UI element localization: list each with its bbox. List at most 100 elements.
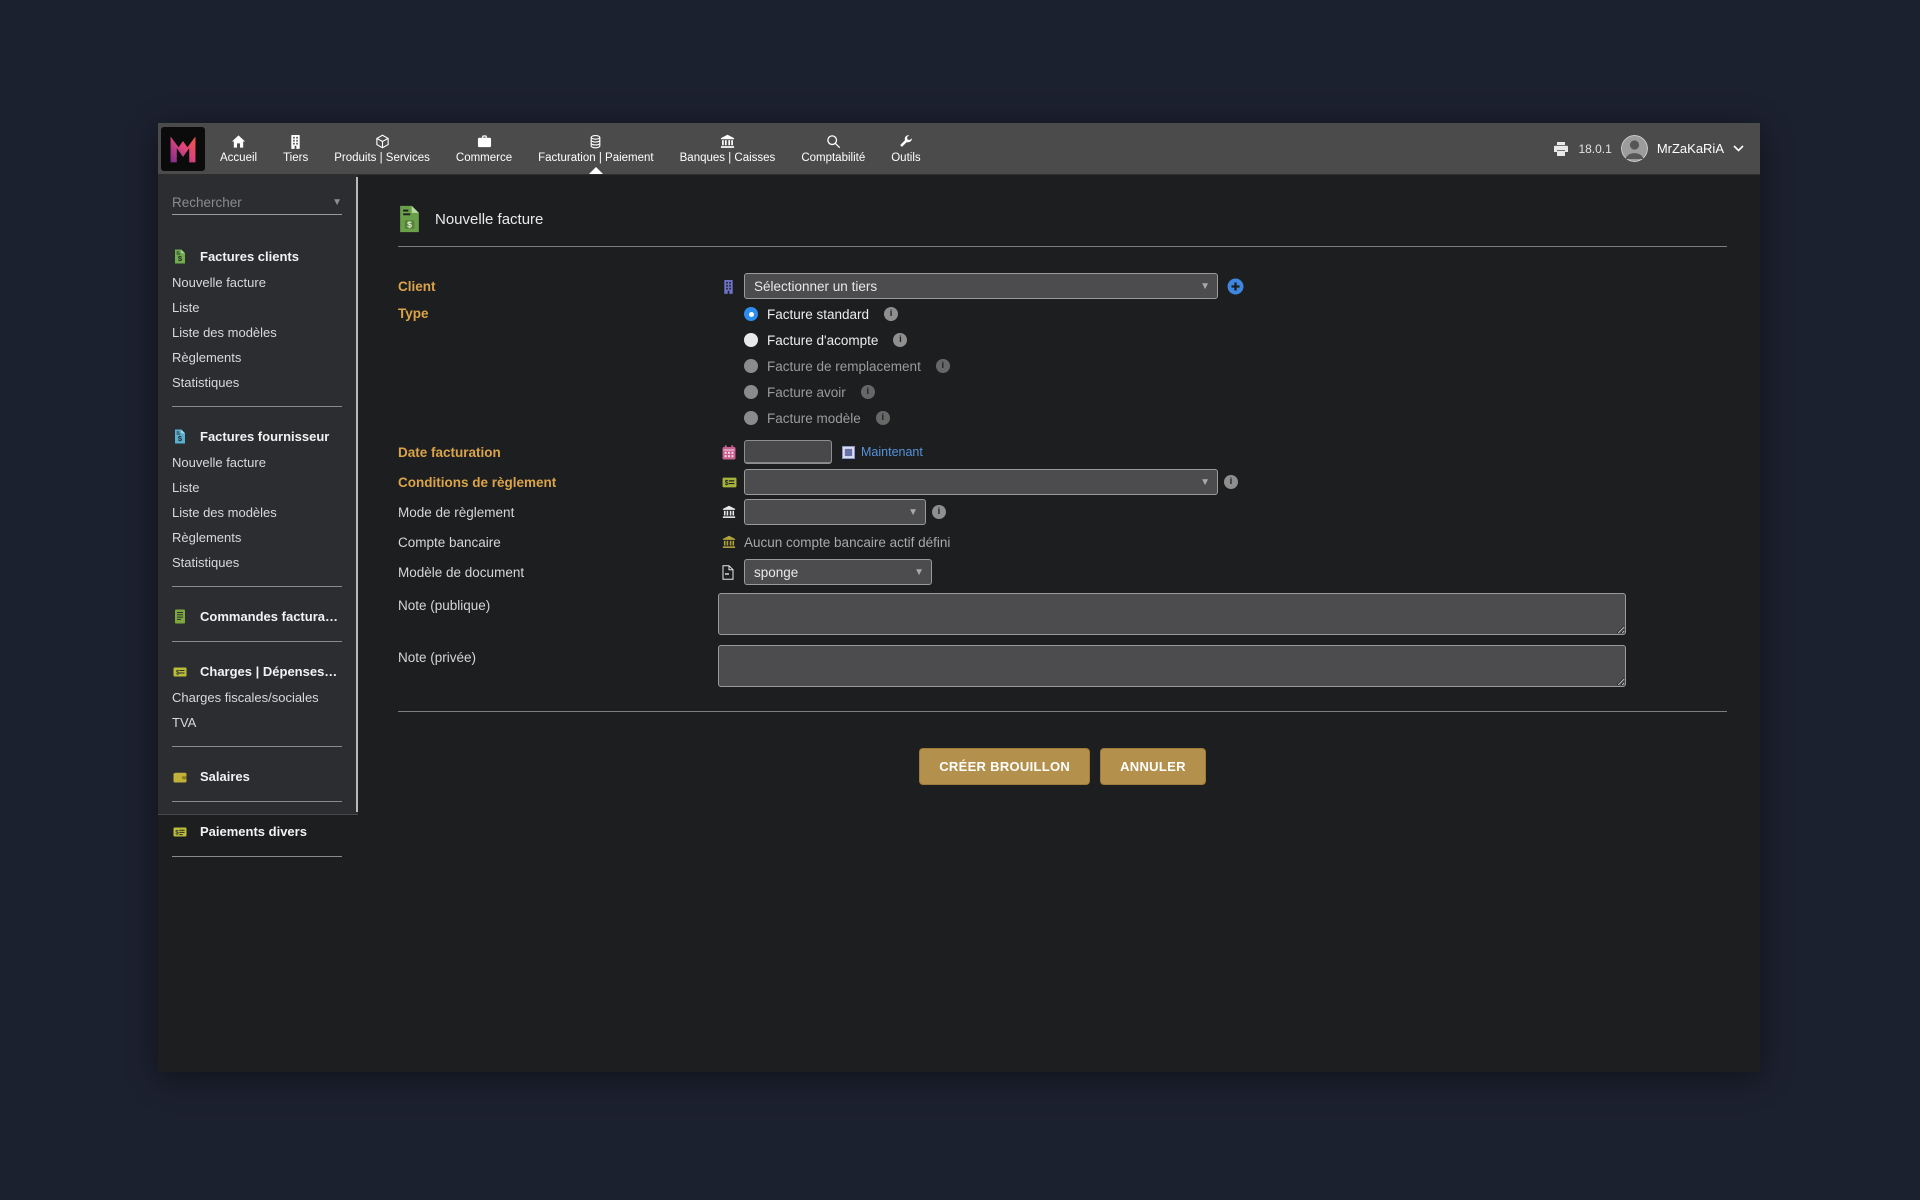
select-caret-icon: ▼: [1200, 477, 1210, 488]
client-select[interactable]: Sélectionner un tiers ▼: [744, 273, 1218, 299]
nav-banques-caisses[interactable]: Banques | Caisses: [667, 123, 789, 174]
info-icon[interactable]: [884, 307, 898, 321]
now-link[interactable]: Maintenant: [861, 445, 923, 459]
sidebar-section-commandes[interactable]: Commandes factura…: [172, 609, 344, 624]
form-row-doc-model: Modèle de document sponge ▼: [398, 557, 1727, 587]
radio-facture-standard[interactable]: Facture standard: [744, 301, 950, 327]
radio-unselected-icon[interactable]: [744, 333, 758, 347]
sidebar-search: ▼: [172, 195, 342, 215]
money-check-icon: $: [172, 667, 187, 677]
sidebar-divider: [172, 586, 342, 587]
info-icon[interactable]: [876, 411, 890, 425]
form-row-mode: Mode de règlement ▼: [398, 497, 1727, 527]
sidebar-item-nouvelle-facture[interactable]: Nouvelle facture: [172, 276, 344, 289]
add-thirdparty-button[interactable]: [1227, 278, 1244, 295]
order-file-icon: [172, 609, 187, 624]
main-content: $ Nouvelle facture Client Sélectionner u…: [398, 175, 1727, 785]
radio-selected-icon[interactable]: [744, 307, 758, 321]
nav-accueil[interactable]: Accueil: [207, 123, 270, 174]
sidebar-section-charges[interactable]: $ Charges | Dépenses…: [172, 664, 344, 679]
payment-mode-select[interactable]: ▼: [744, 499, 926, 525]
sidebar-item-liste-f[interactable]: Liste: [172, 481, 344, 494]
sidebar-item-statistiques[interactable]: Statistiques: [172, 376, 344, 389]
nav-outils[interactable]: Outils: [878, 123, 933, 174]
sidebar-scrollbar[interactable]: [356, 177, 358, 812]
building-icon: [289, 133, 302, 149]
sidebar-item-statistiques-f[interactable]: Statistiques: [172, 556, 344, 569]
info-icon[interactable]: [932, 505, 946, 519]
invoice-type-options: Facture standard Facture d'acompte Factu…: [744, 301, 950, 431]
radio-disabled-icon: [744, 385, 758, 399]
sidebar-item-liste-modeles-f[interactable]: Liste des modèles: [172, 506, 344, 519]
sidebar-item-reglements-f[interactable]: Règlements: [172, 531, 344, 544]
payment-terms-icon: $: [722, 477, 744, 488]
thirdparty-building-icon: [722, 279, 744, 294]
wrench-icon: [898, 133, 913, 149]
svg-text:$: $: [725, 480, 729, 487]
note-private-label: Note (privée): [398, 645, 718, 665]
invoice-date-input[interactable]: [744, 440, 832, 464]
nav-comptabilite[interactable]: Comptabilité: [788, 123, 878, 174]
sidebar-divider: [172, 641, 342, 642]
nav-tiers[interactable]: Tiers: [270, 123, 321, 174]
coins-icon: [588, 133, 603, 149]
select-caret-icon: ▼: [1200, 281, 1210, 292]
payment-terms-select[interactable]: ▼: [744, 469, 1218, 495]
conditions-label: Conditions de règlement: [398, 475, 722, 490]
sidebar-divider: [172, 746, 342, 747]
sidebar-divider: [172, 406, 342, 407]
version-label: 18.0.1: [1578, 142, 1611, 156]
print-icon[interactable]: [1553, 141, 1569, 157]
info-icon[interactable]: [936, 359, 950, 373]
sidebar-item-charges-fiscales[interactable]: Charges fiscales/sociales: [172, 691, 344, 704]
bottom-separator: [398, 711, 1727, 712]
nav-commerce[interactable]: Commerce: [443, 123, 525, 174]
nav-produits-services[interactable]: Produits | Services: [321, 123, 443, 174]
sidebar-section-paiements-divers[interactable]: $ Paiements divers: [172, 824, 344, 839]
info-icon[interactable]: [861, 385, 875, 399]
form-row-date: Date facturation Maintenant: [398, 437, 1727, 467]
sidebar-section-factures-fournisseur[interactable]: $ Factures fournisseur: [172, 429, 344, 444]
user-avatar[interactable]: [1621, 135, 1648, 162]
sidebar-divider: [172, 801, 342, 802]
left-sidebar: ▼ $ Factures clients Nouvelle facture Li…: [158, 175, 358, 815]
form-row-note-private: Note (privée): [398, 645, 1727, 687]
invoice-blue-icon: $: [172, 429, 187, 444]
note-private-textarea[interactable]: [718, 645, 1626, 687]
sidebar-section-salaires[interactable]: Salaires: [172, 769, 344, 784]
search-input[interactable]: [172, 195, 332, 210]
calendar-icon: [722, 445, 744, 460]
bank-label: Compte bancaire: [398, 535, 722, 550]
select-caret-icon: ▼: [908, 507, 918, 518]
sidebar-item-tva[interactable]: TVA: [172, 716, 344, 729]
note-public-textarea[interactable]: [718, 593, 1626, 635]
page-title: $ Nouvelle facture: [398, 205, 1727, 233]
doc-model-label: Modèle de document: [398, 565, 722, 580]
radio-facture-modele: Facture modèle: [744, 405, 950, 431]
nav-facturation-paiement[interactable]: Facturation | Paiement: [525, 123, 667, 174]
info-icon[interactable]: [893, 333, 907, 347]
action-buttons: CRÉER BROUILLON ANNULER: [398, 748, 1727, 785]
sidebar-item-liste-modeles[interactable]: Liste des modèles: [172, 326, 344, 339]
create-draft-button[interactable]: CRÉER BROUILLON: [919, 748, 1090, 785]
briefcase-icon: [477, 133, 492, 149]
user-menu-chevron-icon[interactable]: [1733, 145, 1744, 152]
sidebar-item-reglements[interactable]: Règlements: [172, 351, 344, 364]
bank-white-icon: [722, 505, 744, 519]
radio-disabled-icon: [744, 359, 758, 373]
home-icon: [231, 133, 246, 149]
info-icon[interactable]: [1224, 475, 1238, 489]
app-logo[interactable]: [161, 127, 205, 171]
bank-olive-icon: [722, 535, 744, 549]
sidebar-item-nouvelle-facture-f[interactable]: Nouvelle facture: [172, 456, 344, 469]
cancel-button[interactable]: ANNULER: [1100, 748, 1206, 785]
doc-model-select[interactable]: sponge ▼: [744, 559, 932, 585]
mode-label: Mode de règlement: [398, 505, 722, 520]
username-label: MrZaKaRiA: [1657, 141, 1724, 156]
sidebar-section-factures-clients[interactable]: $ Factures clients: [172, 249, 344, 264]
radio-facture-acompte[interactable]: Facture d'acompte: [744, 327, 950, 353]
search-dropdown-caret-icon[interactable]: ▼: [332, 197, 342, 208]
magnifier-icon: [826, 133, 841, 149]
sidebar-item-liste[interactable]: Liste: [172, 301, 344, 314]
datepicker-icon[interactable]: [842, 446, 855, 459]
